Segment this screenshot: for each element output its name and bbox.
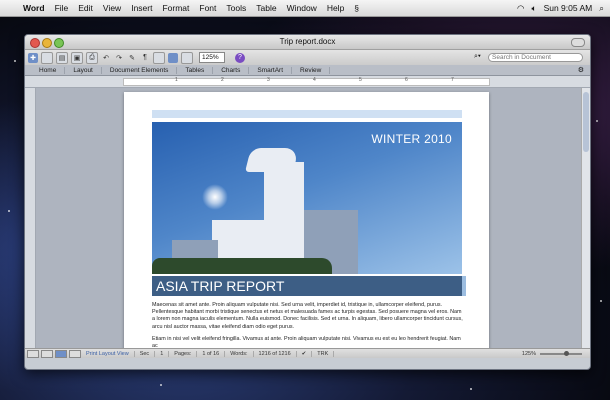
zoom-value: 125%	[521, 350, 536, 357]
undo-icon[interactable]: ↶	[101, 53, 111, 63]
cover-photo[interactable]: WINTER 2010	[152, 122, 462, 274]
spotlight-search-icon[interactable]: ⌕	[599, 3, 604, 14]
new-document-icon[interactable]	[41, 51, 53, 64]
open-icon[interactable]: ▤	[56, 51, 68, 64]
draft-view-button[interactable]	[27, 349, 39, 358]
view-label: Print Layout View	[81, 350, 135, 357]
zoom-control: 125%	[521, 350, 590, 357]
menu-bar: Word File Edit View Insert Format Font T…	[0, 0, 610, 17]
ruler-tick: 1	[175, 77, 178, 83]
volume-icon[interactable]: 🔈︎	[531, 3, 536, 14]
document-body[interactable]: Maecenas sit amet ante. Proin aliquam vu…	[152, 302, 465, 348]
star	[14, 60, 16, 62]
paragraph-marks-icon[interactable]: ¶	[140, 53, 150, 63]
new-from-template-icon[interactable]: ✚	[28, 52, 38, 63]
redo-icon[interactable]: ↷	[114, 53, 124, 63]
star	[600, 300, 602, 302]
trees	[152, 258, 332, 274]
sun-flare	[202, 184, 228, 210]
search-input[interactable]	[488, 52, 583, 62]
pages-label: Pages:	[169, 350, 198, 357]
tab-charts[interactable]: Charts	[213, 66, 250, 74]
print-icon[interactable]: ⎙	[86, 51, 98, 64]
star	[160, 384, 162, 386]
star	[596, 120, 598, 122]
pages-value: 1 of 16	[197, 350, 226, 357]
table-icon[interactable]	[181, 51, 193, 64]
ribbon-tabs: Home Layout Document Elements Tables Cha…	[25, 65, 590, 76]
ruler-track	[123, 78, 490, 86]
section-value: 1	[155, 350, 170, 357]
format-painter-icon[interactable]: ✎	[127, 53, 137, 63]
menu-format[interactable]: Format	[157, 3, 194, 13]
tab-home[interactable]: Home	[25, 66, 66, 74]
zoom-select[interactable]: 125%	[199, 52, 225, 63]
header-bar	[152, 110, 462, 118]
paragraph[interactable]: Etiam in nisi vel velit eleifend fringil…	[152, 336, 465, 348]
word-window: Trip report.docx ✚ ▤ ▣ ⎙ ↶ ↷ ✎ ¶ 125% ? …	[24, 34, 591, 370]
wifi-icon[interactable]: ◠	[517, 3, 524, 14]
search-box: ⌕▾	[474, 52, 584, 62]
paragraph[interactable]: Maecenas sit amet ante. Proin aliquam vu…	[152, 302, 465, 331]
menu-font[interactable]: Font	[194, 3, 221, 13]
ruler-tick: 7	[451, 77, 454, 83]
photo-caption: WINTER 2010	[371, 132, 452, 146]
accent-strip	[462, 276, 466, 296]
ruler-tick: 4	[313, 77, 316, 83]
menu-tools[interactable]: Tools	[221, 3, 251, 13]
menu-table[interactable]: Table	[251, 3, 281, 13]
vertical-scrollbar[interactable]	[581, 88, 590, 348]
gear-icon[interactable]: ⚙	[578, 66, 590, 74]
tab-document-elements[interactable]: Document Elements	[102, 66, 178, 74]
menu-view[interactable]: View	[98, 3, 126, 13]
tab-tables[interactable]: Tables	[177, 66, 214, 74]
script-menu-icon[interactable]: §	[349, 3, 364, 13]
document-canvas[interactable]: WINTER 2010 ASIA TRIP REPORT Maecenas si…	[36, 88, 582, 348]
menu-insert[interactable]: Insert	[126, 3, 157, 13]
star	[8, 210, 10, 212]
words-value: 1216 of 1216	[254, 350, 297, 357]
menu-file[interactable]: File	[50, 3, 74, 13]
section-label: Sec	[135, 350, 156, 357]
ruler-tick: 3	[267, 77, 270, 83]
toolbar-toggle-button[interactable]	[571, 38, 585, 47]
report-title: ASIA TRIP REPORT	[152, 276, 462, 296]
search-icon[interactable]: ⌕▾	[474, 53, 488, 61]
menu-app-word[interactable]: Word	[18, 3, 50, 13]
track-changes-label[interactable]: TRK	[312, 350, 335, 357]
menu-help[interactable]: Help	[322, 3, 349, 13]
help-icon[interactable]: ?	[235, 52, 245, 63]
tab-layout[interactable]: Layout	[65, 66, 102, 74]
title-bar[interactable]: Trip report.docx	[25, 35, 590, 50]
print-layout-view-button[interactable]	[55, 349, 67, 358]
ruler-tick: 2	[221, 77, 224, 83]
tab-smartart[interactable]: SmartArt	[249, 66, 293, 74]
menu-edit[interactable]: Edit	[73, 3, 98, 13]
clock[interactable]: Sun 9:05 AM	[544, 3, 593, 13]
window-title: Trip report.docx	[279, 37, 336, 46]
spelling-check-icon[interactable]: ✔	[297, 350, 313, 357]
scroll-thumb[interactable]	[583, 92, 589, 152]
zoom-slider[interactable]	[540, 350, 582, 356]
status-bar: Print Layout View Sec 1 Pages: 1 of 16 W…	[25, 348, 590, 358]
save-icon[interactable]: ▣	[71, 51, 83, 64]
sidebar-icon[interactable]	[153, 51, 165, 64]
outline-view-button[interactable]	[41, 349, 53, 358]
ruler-tick: 5	[359, 77, 362, 83]
building-crown	[245, 148, 299, 172]
standard-toolbar: ✚ ▤ ▣ ⎙ ↶ ↷ ✎ ¶ 125% ? ⌕▾	[25, 50, 590, 65]
menu-extras: ◠ 🔈︎ Sun 9:05 AM ⌕	[517, 3, 610, 14]
vertical-ruler[interactable]	[25, 88, 36, 348]
words-label: Words:	[225, 350, 254, 357]
horizontal-ruler[interactable]: 1 2 3 4 5 6 7	[25, 76, 590, 88]
ruler-tick: 6	[405, 77, 408, 83]
document-page[interactable]: WINTER 2010 ASIA TRIP REPORT Maecenas si…	[124, 92, 489, 348]
notebook-view-button[interactable]	[69, 349, 81, 358]
tab-review[interactable]: Review	[292, 66, 331, 74]
menu-window[interactable]: Window	[282, 3, 322, 13]
toolbox-icon[interactable]	[168, 52, 178, 63]
star	[470, 388, 472, 390]
zoom-slider-knob[interactable]	[564, 350, 569, 356]
